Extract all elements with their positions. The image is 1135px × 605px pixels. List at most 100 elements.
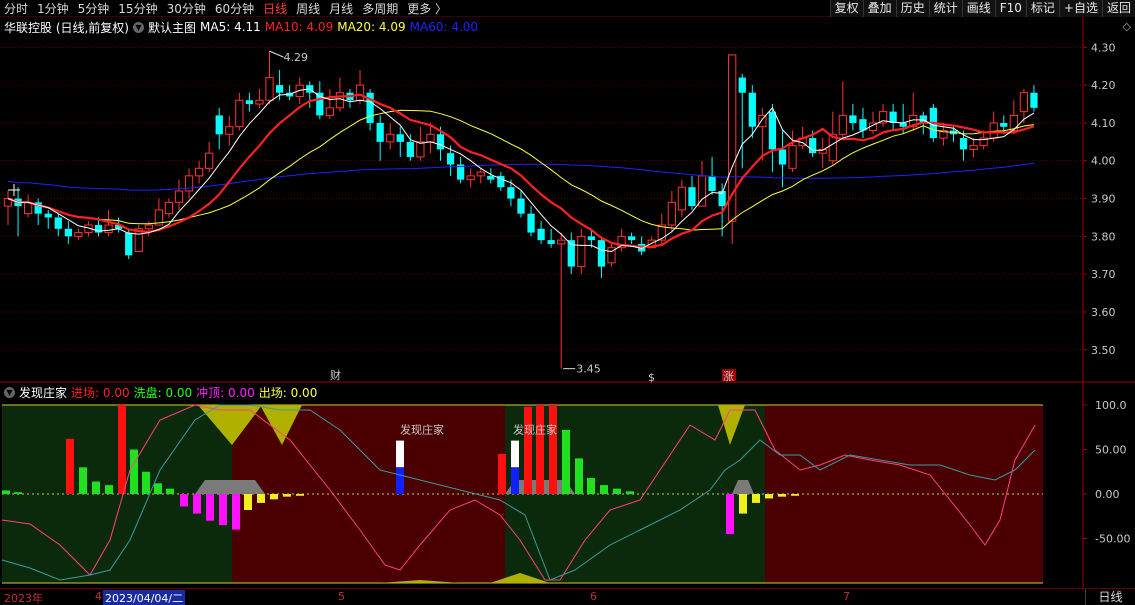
expand-icon[interactable]: ◇ [1123,20,1131,33]
annotation-label: 发现庄家 [513,422,557,436]
candle-body [355,84,365,101]
candle-body [184,175,194,192]
indicator-bar [130,449,138,494]
date-label: 6 [590,590,597,603]
sub-y-tick-label: 50.00 [1095,444,1127,457]
candle-body [487,175,495,180]
candle-body [215,115,223,135]
candle-body [426,133,435,143]
candle-body [1000,122,1008,127]
candle-body [235,99,244,128]
candle-body [688,187,696,207]
candle-body [557,239,566,245]
candle-body [849,115,857,123]
indicator-bar [524,406,532,494]
y-tick-label: 4.10 [1091,117,1116,130]
candle-body [889,111,897,123]
candle-body [627,236,636,241]
indicator-bar [626,491,634,494]
indicator-bar [105,485,113,494]
candle-body [708,175,716,191]
candle-body [959,138,968,150]
candle-body [677,186,687,211]
ma5-label: MA5: 4.11 [200,20,261,34]
candle-body [225,126,234,135]
candle-body [376,122,384,142]
indicator-bar [739,494,747,514]
y-tick-label: 3.50 [1091,344,1116,357]
candle-body [507,187,515,199]
candle-body [265,77,274,101]
candle-body [144,224,153,230]
candle-body [517,198,525,214]
signal-bar-blue [511,467,519,494]
candle-body [396,134,404,142]
indicator-bar [562,429,570,494]
y-tick-label: 4.20 [1091,79,1116,92]
indicator-bar [244,494,252,511]
template-label[interactable]: 默认主图 [148,19,196,36]
candle-body [325,107,334,116]
candle-body [335,92,345,109]
indicator-bar [92,481,100,494]
period-indicator[interactable]: 日线 [1085,589,1135,605]
indicator-dropdown-icon[interactable]: ▼ [4,386,15,398]
event-marker: 涨 [723,370,734,383]
candle-body [748,92,756,127]
candle-body [44,213,52,218]
indicator-bar [726,494,734,535]
candle-body [667,201,676,226]
candle-body [809,138,817,154]
indicator-bar [575,458,583,494]
indicator-bar [587,477,595,494]
indicator-bar [2,490,10,494]
y-tick-label: 3.70 [1091,268,1116,281]
indicator-bar [778,494,786,497]
candle-body [194,167,204,177]
candle-body [587,236,595,241]
kline-chart[interactable]: 4.30 4.20 4.10 4.00 3.90 3.80 3.70 3.60 3.50 4.29… [0,0,1135,588]
indicator-bar [66,438,74,494]
candle-body [969,145,978,150]
indicator-bar [14,492,22,494]
indicator-bar [600,485,608,494]
candle-body [125,232,133,256]
candle-body [54,217,62,229]
date-axis: 2023年 4 2023/04/04/二 5 6 7 日线 [0,588,1135,605]
candle-body [74,232,83,237]
candle-body [527,213,535,233]
candle-body [697,175,707,207]
chuchang-label: 出场: 0.00 [258,385,318,400]
indicator-title[interactable]: 发现庄家 [19,384,67,401]
event-marker: $ [648,371,655,384]
y-tick-label: 3.80 [1091,230,1116,243]
indicator-bar [193,494,201,514]
candle-body [245,100,254,105]
indicator-bar [613,488,621,494]
signal-bar-white [511,440,519,468]
candle-body [476,171,485,177]
candle-body [466,175,475,181]
indicator-bar [118,405,126,494]
candle-body [899,122,907,127]
indicator-bar [752,494,760,503]
sub-y-tick-label: 0.00 [1095,488,1120,501]
annotation-label: 发现庄家 [400,422,444,436]
signal-bar-blue [396,467,404,494]
indicator-bar [765,494,773,499]
y-tick-label: 4.00 [1091,155,1116,168]
stock-title: 华联控股 (日线,前复权) [4,20,129,35]
candle-body [547,240,555,244]
candle-body [738,77,746,93]
candle-body [537,228,545,241]
indicator-bar [257,494,265,503]
candle-body [768,111,777,150]
candle-body [1030,92,1038,108]
template-dropdown-icon[interactable]: ▼ [133,21,144,33]
candle-body [104,224,113,234]
sub-y-tick-label: -50.00 [1095,533,1130,546]
indicator-bar [498,453,506,494]
y-tick-label: 3.90 [1091,193,1116,206]
indicator-bar [142,471,150,494]
candle-body [386,133,395,143]
